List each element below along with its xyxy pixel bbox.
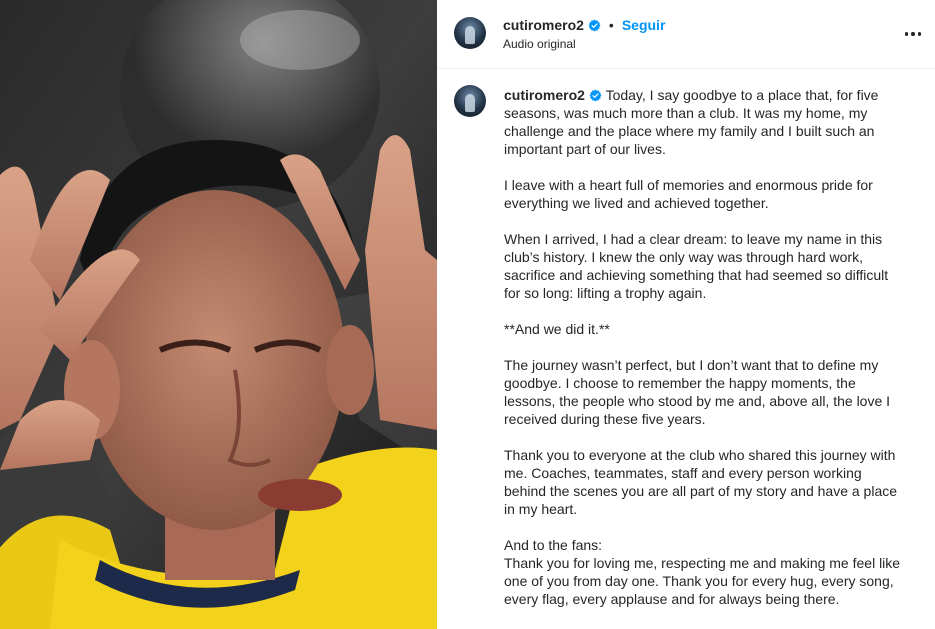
caption-paragraph: **And we did it.**	[504, 321, 610, 337]
caption-paragraph: Thank you to everyone at the club who sh…	[504, 447, 898, 517]
caption-section: cutiromero2 Today, I say goodbye to a pl…	[437, 69, 935, 629]
post-header: cutiromero2 • Seguir Audio original	[437, 0, 935, 69]
author-line: cutiromero2 • Seguir	[503, 17, 665, 33]
audio-label[interactable]: Audio original	[503, 37, 576, 51]
author-username[interactable]: cutiromero2	[503, 17, 584, 33]
more-options-icon[interactable]	[901, 22, 925, 46]
caption-paragraph: I leave with a heart full of memories an…	[504, 177, 873, 211]
caption-paragraph: cutiromero2 Today, I say goodbye to a pl…	[504, 86, 904, 158]
post-photo	[0, 0, 437, 629]
verified-badge-icon	[588, 19, 601, 31]
caption-paragraph: And to the fans:	[504, 537, 603, 553]
caption-paragraph: When I arrived, I had a clear dream: to …	[504, 231, 889, 301]
caption-paragraph: Thank you for loving me, respecting me a…	[504, 555, 901, 607]
caption-paragraph: The journey wasn’t perfect, but I don’t …	[504, 357, 891, 427]
post-side-panel: cutiromero2 • Seguir Audio original cuti…	[437, 0, 935, 629]
separator-dot: •	[608, 17, 614, 33]
author-avatar[interactable]	[454, 17, 486, 49]
caption-username[interactable]: cutiromero2	[504, 87, 585, 103]
post-media[interactable]	[0, 0, 437, 629]
verified-badge-icon	[589, 89, 602, 102]
caption-author-avatar[interactable]	[454, 85, 486, 117]
follow-button[interactable]: Seguir	[622, 17, 666, 33]
caption-text: cutiromero2 Today, I say goodbye to a pl…	[504, 86, 904, 626]
